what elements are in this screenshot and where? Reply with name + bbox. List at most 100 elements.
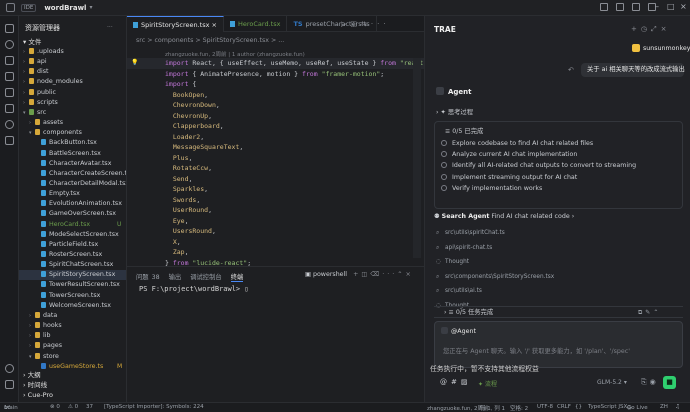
code-line[interactable]: 4 BookOpen,	[127, 90, 424, 101]
code-line[interactable]: 7 Clapperboard,	[127, 121, 424, 132]
codelens-blame[interactable]: zhangzuoke.fun, 2周前 | 1 author (zhangzuo…	[165, 50, 305, 58]
terminal-prompt[interactable]: PS F:\project\wordBrawl> ▯	[139, 285, 249, 293]
image-icon[interactable]: ▨	[461, 378, 472, 386]
thinking-toggle[interactable]: › ✦ 思考过程	[436, 107, 473, 116]
tree-file[interactable]: BattleScreen.tsx	[19, 149, 126, 159]
todo-item[interactable]: Implement streaming output for AI chat	[441, 173, 577, 181]
tab-terminal[interactable]: 终端	[230, 272, 244, 282]
tree-folder[interactable]: ▾ components	[19, 128, 126, 138]
lightbulb-icon[interactable]: 💡	[131, 58, 138, 69]
project-name[interactable]: wordBrawl	[44, 4, 86, 12]
tree-folder[interactable]: › data	[19, 311, 126, 321]
tree-folder[interactable]: › scripts	[19, 98, 126, 108]
collapse-icon[interactable]: ⌃	[653, 309, 661, 316]
tree-file[interactable]: ModeSelectScreen.tsx	[19, 230, 126, 240]
close-icon[interactable]: ×	[661, 25, 671, 33]
shell-selector[interactable]: powershell	[313, 271, 347, 278]
tree-file[interactable]: WelcomeScreen.tsx	[19, 301, 126, 311]
close-panel-icon[interactable]: ×	[406, 271, 414, 278]
file-reference[interactable]: ⌕ src\utils\ai.ts	[436, 288, 482, 295]
toggle-right-panel-icon[interactable]	[632, 3, 640, 11]
language-indicator[interactable]: ZH	[660, 404, 668, 410]
search-agent-row[interactable]: ⚉ Search Agent Find AI chat related code…	[434, 213, 574, 220]
code-line[interactable]: 6 ChevronUp,	[127, 111, 424, 122]
extensions-icon[interactable]	[5, 88, 14, 97]
stop-button[interactable]: ■	[663, 376, 676, 389]
tab-debug-console[interactable]: 调试控制台	[190, 272, 221, 282]
split-editor-icon[interactable]: ◫	[350, 20, 361, 28]
todo-item[interactable]: Analyze current AI chat implementation	[441, 151, 577, 158]
code-view[interactable]: 1💡import React, { useEffect, useMemo, us…	[127, 58, 424, 266]
more-actions-icon[interactable]: ···	[107, 24, 113, 31]
tree-folder[interactable]: ▾ store	[19, 352, 126, 362]
todo-item[interactable]: Identify all AI-related chat outputs to …	[441, 162, 636, 169]
code-line[interactable]: 14 Swords,	[127, 195, 424, 206]
braces-status[interactable]: {}	[575, 404, 582, 410]
tree-folder[interactable]: › node_modules	[19, 77, 126, 87]
model-selector[interactable]: GLM-5.2 ▾	[597, 379, 627, 386]
file-reference[interactable]: ⌕ api\spirit-chat.ts	[436, 245, 492, 252]
chat-input-box[interactable]: @Agent 您正在与 Agent 聊天。输入 '/' 获取更多能力，如 '/p…	[434, 321, 683, 368]
tree-file[interactable]: SpiritStoryScreen.tsx	[19, 270, 126, 281]
undo-icon[interactable]: ↶	[568, 66, 574, 74]
bell-icon[interactable]: ♫	[675, 404, 680, 410]
remote-icon[interactable]	[5, 104, 14, 113]
tree-file[interactable]: CharacterAvatar.tsx	[19, 159, 126, 169]
minimap[interactable]	[413, 58, 421, 258]
tree-folder[interactable]: › hooks	[19, 321, 126, 331]
tree-folder[interactable]: ▾ src	[19, 108, 126, 118]
tree-folder[interactable]: › api	[19, 57, 126, 67]
docker-icon[interactable]	[5, 136, 14, 145]
tab-problems[interactable]: 问题 38	[136, 272, 160, 282]
code-line[interactable]: 19 Zap,	[127, 247, 424, 258]
code-line[interactable]: 9 MessageSquareText,	[127, 142, 424, 153]
code-line[interactable]: 10 Plus,	[127, 153, 424, 164]
tree-folder[interactable]: › public	[19, 88, 126, 98]
code-line[interactable]: 11 RotateCcw,	[127, 163, 424, 174]
at-mention-icon[interactable]: @	[440, 378, 451, 386]
file-reference[interactable]: ⌕ src\utils\spiritChat.ts	[436, 230, 505, 237]
code-line[interactable]: 18 X,	[127, 237, 424, 248]
files-section-header[interactable]: ▾ 文件	[19, 37, 126, 47]
cue-pro-section-header[interactable]: › Cue-Pro	[19, 390, 126, 400]
breadcrumb[interactable]: src > components > SpiritStoryScreen.tsx…	[136, 37, 284, 44]
file-reference[interactable]: ⌕ src\components\SpiritStoryScreen.tsx	[436, 274, 554, 281]
tree-file[interactable]: Empty.tsx	[19, 189, 126, 199]
tree-file[interactable]: GameOverScreen.tsx	[19, 209, 126, 219]
language-mode[interactable]: TypeScript JSX	[588, 404, 627, 410]
code-line[interactable]: 13 Sparkles,	[127, 184, 424, 195]
tree-folder[interactable]: › pages	[19, 341, 126, 351]
manage-gear-icon[interactable]	[5, 380, 14, 389]
tree-folder[interactable]: › assets	[19, 118, 126, 128]
line-ending[interactable]: CRLF	[557, 404, 571, 410]
history-icon[interactable]: ◷	[641, 25, 651, 33]
tree-folder[interactable]: › .uploads	[19, 47, 126, 57]
code-line[interactable]: 15 UserRound,	[127, 205, 424, 216]
code-line[interactable]: 16 Eye,	[127, 216, 424, 227]
maximize-icon[interactable]: □	[667, 2, 675, 11]
hash-icon[interactable]: #	[451, 378, 461, 386]
chat-input[interactable]: 您正在与 Agent 聊天。输入 '/' 获取更多能力，如 '/plan'、'/…	[443, 346, 630, 355]
todo-item[interactable]: Explore codebase to find AI chat related…	[441, 140, 593, 147]
more-icon[interactable]: ···	[371, 20, 390, 28]
code-line[interactable]: 20} from "lucide-react";	[127, 258, 424, 267]
code-line[interactable]: 2import { AnimatePresence, motion } from…	[127, 69, 424, 80]
new-chat-icon[interactable]: +	[631, 25, 641, 33]
todo-header[interactable]: ≡ 0/5 已完成	[445, 126, 483, 135]
notification-count[interactable]: 37	[86, 404, 93, 410]
mic-icon[interactable]: ◉	[650, 378, 659, 386]
code-line[interactable]: 3import {	[127, 79, 424, 90]
more-icon[interactable]: ···	[382, 271, 397, 278]
tab-hero-card[interactable]: HeroCard.tsx	[224, 16, 288, 32]
sync-icon[interactable]: ↻	[4, 405, 9, 411]
trash-icon[interactable]: ⌫	[370, 271, 382, 278]
thought-item[interactable]: ◌ Thought	[436, 259, 469, 265]
search-icon[interactable]	[5, 40, 14, 49]
chevron-down-icon[interactable]: ▾	[89, 4, 92, 11]
outline-section-header[interactable]: › 大纲	[19, 370, 126, 380]
tree-file[interactable]: HeroCard.tsx U	[19, 220, 126, 230]
close-tab-icon[interactable]: ×	[212, 21, 217, 29]
tree-file[interactable]: BackButton.tsx	[19, 138, 126, 148]
tree-folder[interactable]: › lib	[19, 331, 126, 341]
timeline-section-header[interactable]: › 时间线	[19, 380, 126, 390]
